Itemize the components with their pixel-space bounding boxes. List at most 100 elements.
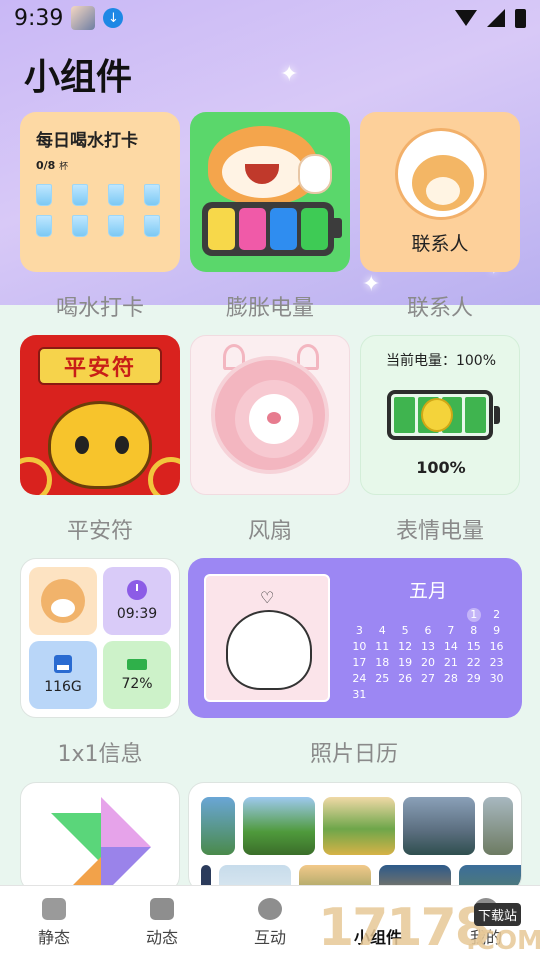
calendar-day: 24 <box>352 672 367 685</box>
landscape-gallery-widget[interactable] <box>188 782 522 892</box>
storage-icon <box>54 655 72 673</box>
calendar-day: 10 <box>352 640 367 653</box>
heart-icon: ♡ <box>260 588 275 607</box>
cup-grid <box>36 184 164 237</box>
cat-eye <box>75 436 89 454</box>
water-title: 每日喝水打卡 <box>36 131 138 151</box>
pinganfu-widget[interactable]: 平安符 <box>20 335 180 495</box>
calendar-day: 11 <box>375 640 390 653</box>
shiba-avatar-icon <box>395 128 487 220</box>
calendar-day: 28 <box>443 672 458 685</box>
wifi-icon <box>455 10 477 26</box>
star-icon <box>150 898 174 920</box>
photo-calendar-widget[interactable]: ♡ 五月 1 2 3 4 5 6 7 8 9 10 11 12 13 14 15 16 17 18 19 20 21 22… <box>188 558 522 718</box>
water-widget[interactable]: 每日喝水打卡 0/8 杯 <box>20 112 180 272</box>
paw-icon <box>298 154 332 194</box>
status-time: 9:39 <box>14 5 64 31</box>
sparkle-icon: ✦ <box>280 62 299 87</box>
calendar-day: 12 <box>398 640 413 653</box>
calendar-photo: ♡ <box>204 574 330 702</box>
cup-icon[interactable] <box>72 215 88 237</box>
watermark-suffix: .COM <box>466 926 540 956</box>
lucky-cat-icon <box>48 401 152 489</box>
calendar-day: 5 <box>401 624 409 637</box>
tab-label: 互动 <box>253 928 286 947</box>
calendar-day <box>371 608 394 622</box>
cup-icon[interactable] <box>72 184 88 206</box>
cup-icon[interactable] <box>36 184 52 206</box>
cup-icon[interactable] <box>108 184 124 206</box>
battery-cell <box>394 397 415 433</box>
pinganfu-text: 平安符 <box>63 356 136 381</box>
puppy-icon <box>226 610 312 690</box>
cat-eye <box>115 436 129 454</box>
calendar-day: 17 <box>352 656 367 669</box>
info-tile-avatar <box>29 567 97 635</box>
calendar-day: 21 <box>443 656 458 669</box>
signal-icon <box>487 9 505 27</box>
download-icon: ↓ <box>103 8 124 28</box>
calendar-grid: 1 2 3 4 5 6 7 8 9 10 11 12 13 14 15 16 17 18 19 20 21 22 23 24 2… <box>348 608 508 702</box>
battery-cell-pink <box>239 208 266 250</box>
tab-interactive[interactable]: 互动 <box>216 886 324 960</box>
avatar-icon <box>71 6 96 30</box>
pinwheel-widget[interactable] <box>20 782 180 892</box>
calendar-day <box>439 608 462 622</box>
calendar-day: 26 <box>398 672 413 685</box>
battery-cell <box>465 397 486 433</box>
calendar-day: 23 <box>489 656 504 669</box>
emoji-battery-widget[interactable]: 当前电量：100% 100% <box>360 335 520 495</box>
calendar-day: 8 <box>470 624 478 637</box>
fan-widget[interactable] <box>190 335 350 495</box>
landscape-image <box>403 797 475 855</box>
planet-icon <box>258 898 282 920</box>
water-count: 0/8 杯 <box>36 159 69 172</box>
info-widget[interactable]: 09:39 116G 72% <box>20 558 180 718</box>
landscape-image <box>323 797 395 855</box>
info-tile-time: 09:39 <box>103 567 171 635</box>
landscape-image <box>243 797 315 855</box>
battery-tip <box>334 218 342 238</box>
calendar-day: 22 <box>466 656 481 669</box>
tab-label: 静态 <box>37 928 70 947</box>
cup-icon[interactable] <box>144 215 160 237</box>
battery-cell-green <box>301 208 328 250</box>
calendar-day: 13 <box>420 640 435 653</box>
calendar-day <box>417 688 440 702</box>
photo-calendar-label: 照片日历 <box>309 742 398 767</box>
cat-battery-widget[interactable] <box>190 112 350 272</box>
cup-icon[interactable] <box>108 215 124 237</box>
page-title: 小组件 <box>24 57 133 98</box>
fan-icon <box>211 356 329 474</box>
contact-label: 联系人 <box>406 296 473 321</box>
contact-name: 联系人 <box>411 233 469 255</box>
battery-tip <box>494 406 500 424</box>
contact-widget[interactable]: 联系人 <box>360 112 520 272</box>
calendar-day: 25 <box>375 672 390 685</box>
clock-icon <box>127 580 147 600</box>
landscape-image <box>201 797 235 855</box>
fan-blade <box>249 394 299 444</box>
tab-label: 动态 <box>145 928 178 947</box>
battery-header: 当前电量：100% <box>385 353 497 369</box>
shiba-icon <box>41 579 85 623</box>
cup-icon[interactable] <box>36 215 52 237</box>
calendar-day <box>394 608 417 622</box>
battery-cell-blue <box>270 208 297 250</box>
cup-icon[interactable] <box>144 184 160 206</box>
calendar-day <box>394 688 417 702</box>
calendar-day: 16 <box>489 640 504 653</box>
info-time: 09:39 <box>116 606 158 622</box>
tab-dynamic[interactable]: 动态 <box>108 886 216 960</box>
cloud-icon <box>20 457 52 495</box>
calendar-day: 19 <box>398 656 413 669</box>
calendar-day: 14 <box>443 640 458 653</box>
calendar-day <box>348 608 371 622</box>
calendar-day: 7 <box>447 624 455 637</box>
calendar-day: 20 <box>420 656 435 669</box>
tab-static[interactable]: 静态 <box>0 886 108 960</box>
battery-percent: 100% <box>416 458 466 477</box>
pinganfu-label: 平安符 <box>66 519 133 544</box>
image-icon <box>42 898 66 920</box>
watermark-logo: 17178 <box>318 898 491 958</box>
